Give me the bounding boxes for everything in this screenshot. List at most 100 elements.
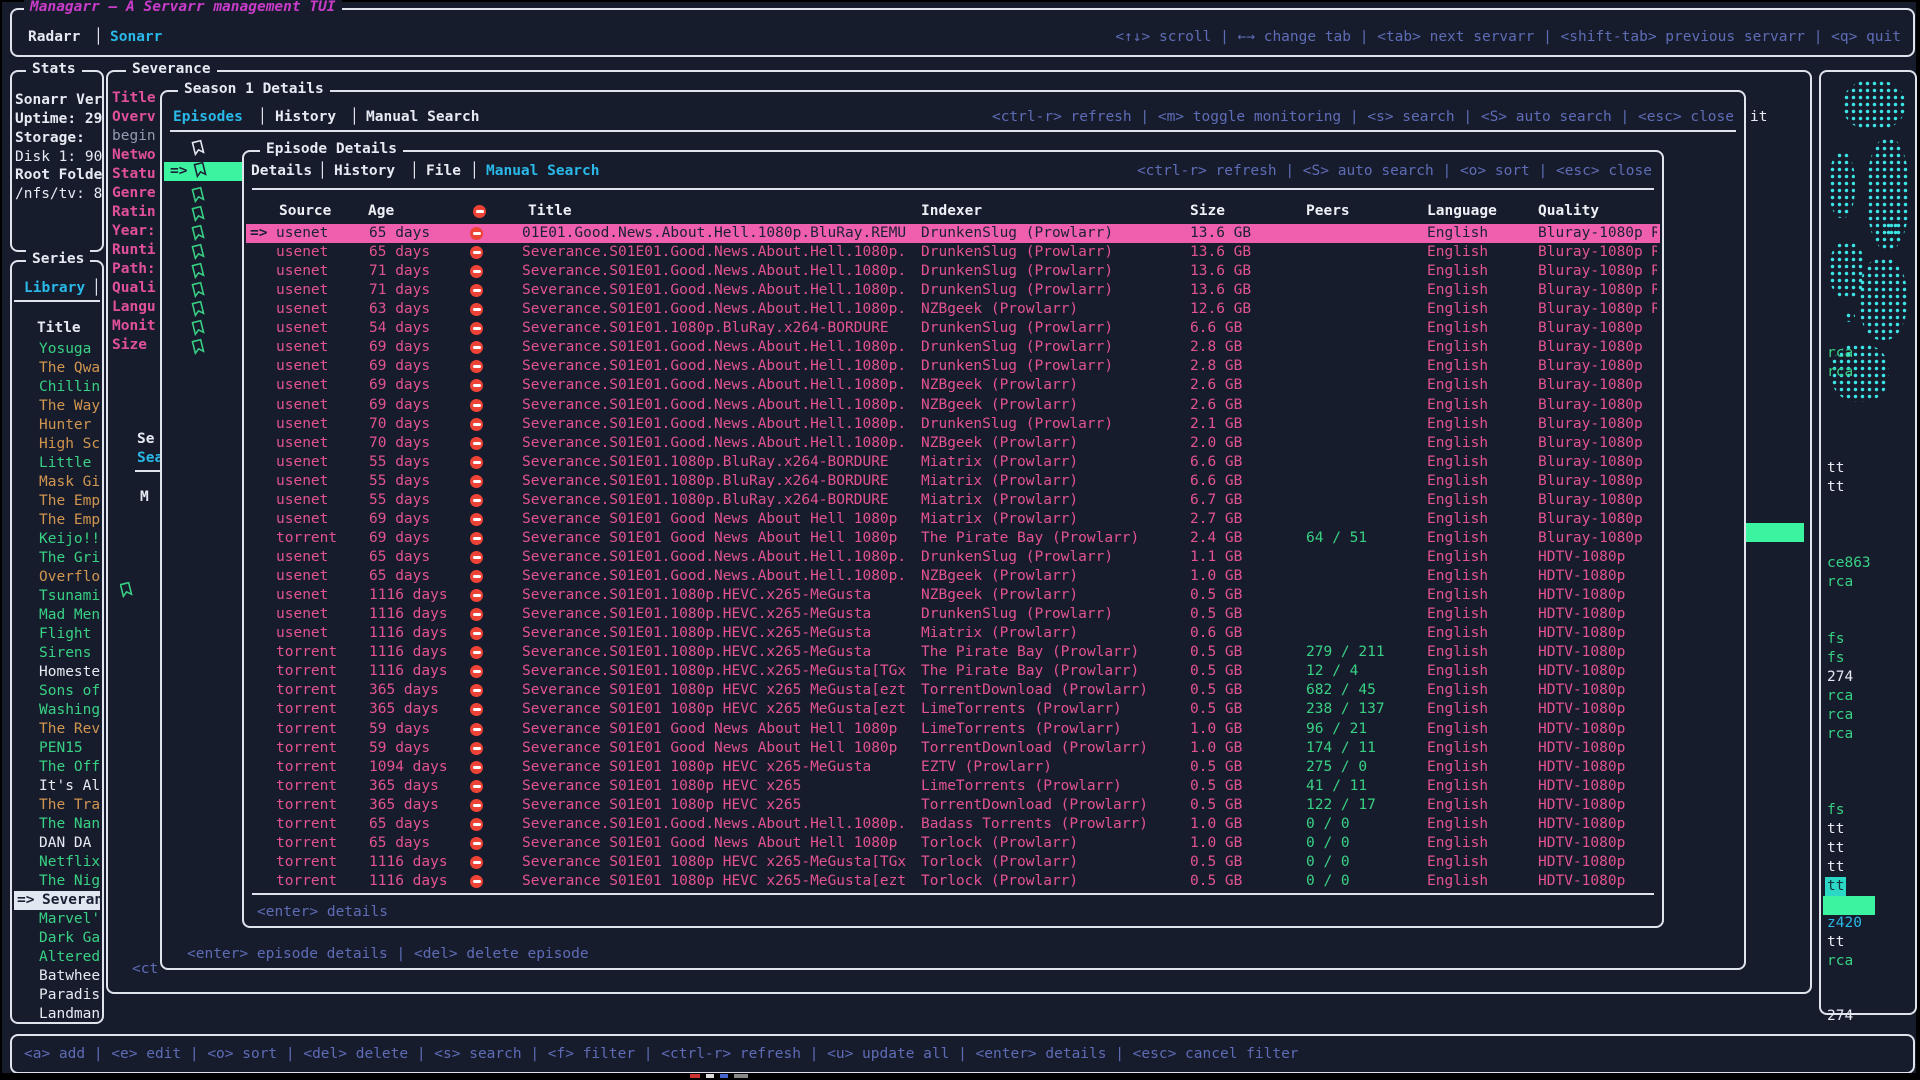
covered-text-fragment: ce863 <box>1827 554 1871 573</box>
search-result-row[interactable]: usenet55 daysSeverance.S01E01.1080p.BluR… <box>246 472 1660 491</box>
series-list-item[interactable]: =>Severan <box>14 891 100 910</box>
search-result-row[interactable]: usenet1116 daysSeverance.S01E01.1080p.HE… <box>246 624 1660 643</box>
series-list-item[interactable]: High Sc <box>14 435 100 454</box>
search-result-row[interactable]: usenet69 daysSeverance.S01E01.Good.News.… <box>246 338 1660 357</box>
series-list-item[interactable]: The Tra <box>14 796 100 815</box>
search-result-row[interactable]: usenet1116 daysSeverance.S01E01.1080p.HE… <box>246 586 1660 605</box>
search-result-row[interactable]: usenet55 daysSeverance.S01E01.1080p.BluR… <box>246 491 1660 510</box>
tab-sonarr[interactable]: Sonarr <box>110 28 162 47</box>
stat-line: Sonarr Ver <box>15 91 102 110</box>
series-list-item[interactable]: Hunter <box>14 416 100 435</box>
search-result-row[interactable]: usenet71 daysSeverance.S01E01.Good.News.… <box>246 262 1660 281</box>
search-result-row[interactable]: usenet1116 daysSeverance.S01E01.1080p.HE… <box>246 605 1660 624</box>
series-list-item[interactable]: The Qwa <box>14 359 100 378</box>
series-list-item[interactable]: Tsunami <box>14 587 100 606</box>
series-list-item[interactable]: Mad Men <box>14 606 100 625</box>
rejected-icon <box>470 532 483 545</box>
series-list-item[interactable]: PEN15 <box>14 739 100 758</box>
search-result-row[interactable]: usenet69 daysSeverance.S01E01.Good.News.… <box>246 376 1660 395</box>
rejected-icon <box>470 856 483 869</box>
series-list-item[interactable]: Little <box>14 454 100 473</box>
series-list-item[interactable]: Mask Gi <box>14 473 100 492</box>
covered-text-fragment: rca <box>1827 363 1853 382</box>
search-result-row[interactable]: usenet54 daysSeverance.S01E01.1080p.BluR… <box>246 319 1660 338</box>
search-result-row[interactable]: usenet70 daysSeverance.S01E01.Good.News.… <box>246 434 1660 453</box>
episode-tab-details[interactable]: Details <box>251 162 312 181</box>
search-result-row[interactable]: torrent59 daysSeverance S01E01 Good News… <box>246 739 1660 758</box>
search-result-row[interactable]: torrent65 daysSeverance.S01E01.Good.News… <box>246 815 1660 834</box>
search-result-row[interactable]: usenet70 daysSeverance.S01E01.Good.News.… <box>246 415 1660 434</box>
search-result-row[interactable]: usenet65 daysSeverance.S01E01.Good.News.… <box>246 548 1660 567</box>
episode-tab-file[interactable]: File <box>426 162 461 181</box>
series-list-item[interactable]: Overflo <box>14 568 100 587</box>
series-list-item[interactable]: Paradis <box>14 986 100 1005</box>
series-list-item[interactable]: DAN DA <box>14 834 100 853</box>
series-list-item[interactable]: The Off <box>14 758 100 777</box>
search-result-row[interactable]: usenet65 daysSeverance.S01E01.Good.News.… <box>246 243 1660 262</box>
series-list-item[interactable]: Marvel' <box>14 910 100 929</box>
series-list-item[interactable]: Washing <box>14 701 100 720</box>
search-result-row[interactable]: torrent365 daysSeverance S01E01 1080p HE… <box>246 796 1660 815</box>
search-result-row[interactable]: torrent1094 daysSeverance S01E01 1080p H… <box>246 758 1660 777</box>
series-list-item[interactable]: Netflix <box>14 853 100 872</box>
series-list-item[interactable]: The Emp <box>14 511 100 530</box>
search-result-row[interactable]: usenet69 daysSeverance.S01E01.Good.News.… <box>246 396 1660 415</box>
tab-radarr[interactable]: Radarr <box>28 28 80 47</box>
series-list-item[interactable]: Altered <box>14 948 100 967</box>
series-list-item[interactable]: Batwhee <box>14 967 100 986</box>
search-result-row[interactable]: torrent65 daysSeverance S01E01 Good News… <box>246 834 1660 853</box>
series-detail-field: Ratin <box>112 203 162 222</box>
series-list-item[interactable]: It's Al <box>14 777 100 796</box>
rejected-icon <box>470 551 483 564</box>
search-result-row[interactable]: torrent1116 daysSeverance S01E01 1080p H… <box>246 872 1660 891</box>
series-list-item[interactable]: Landman <box>14 1005 100 1024</box>
search-result-row[interactable]: torrent1116 daysSeverance.S01E01.1080p.H… <box>246 662 1660 681</box>
episode-keybinds: <ctrl-r> refresh | <S> auto search | <o>… <box>1137 162 1652 181</box>
season-tab-history[interactable]: History <box>275 108 336 127</box>
series-detail-field: Runti <box>112 241 162 260</box>
search-result-row[interactable]: torrent365 daysSeverance S01E01 1080p HE… <box>246 777 1660 796</box>
bookmark-icon <box>192 263 204 278</box>
season-keybinds: <ctrl-r> refresh | <m> toggle monitoring… <box>992 108 1734 127</box>
search-result-row[interactable]: torrent365 daysSeverance S01E01 1080p HE… <box>246 681 1660 700</box>
rejected-icon <box>470 837 483 850</box>
series-list-item[interactable]: Sirens <box>14 644 100 663</box>
search-result-row[interactable]: =>usenet65 days01E01.Good.News.About.Hel… <box>246 224 1660 243</box>
bottom-keybinds: <a> add | <e> edit | <o> sort | <del> de… <box>24 1045 1299 1064</box>
search-result-row[interactable]: torrent1116 daysSeverance.S01E01.1080p.H… <box>246 643 1660 662</box>
series-list-item[interactable]: The Emp <box>14 492 100 511</box>
season-tab-episodes[interactable]: Episodes <box>173 108 243 127</box>
series-list-item[interactable]: Flight <box>14 625 100 644</box>
series-list-item[interactable]: Homeste <box>14 663 100 682</box>
season-footer-keybinds: <enter> episode details | <del> delete e… <box>187 945 589 964</box>
bookmark-icon <box>192 206 204 221</box>
series-list-item[interactable]: The Nan <box>14 815 100 834</box>
series-list-item[interactable]: Yosuga <box>14 340 100 359</box>
search-result-row[interactable]: usenet69 daysSeverance.S01E01.Good.News.… <box>246 357 1660 376</box>
season-tab-manual-search[interactable]: Manual Search <box>366 108 480 127</box>
search-result-row[interactable]: torrent1116 daysSeverance S01E01 1080p H… <box>246 853 1660 872</box>
series-list-item[interactable]: Chillin <box>14 378 100 397</box>
series-list-item[interactable]: The Nig <box>14 872 100 891</box>
search-result-row[interactable]: usenet55 daysSeverance.S01E01.1080p.BluR… <box>246 453 1660 472</box>
rejected-icon <box>470 265 483 278</box>
search-result-row[interactable]: torrent365 daysSeverance S01E01 1080p HE… <box>246 700 1660 719</box>
series-list-item[interactable]: Keijo!! <box>14 530 100 549</box>
search-result-row[interactable]: usenet71 daysSeverance.S01E01.Good.News.… <box>246 281 1660 300</box>
series-list-item[interactable]: The Rev <box>14 720 100 739</box>
search-result-row[interactable]: usenet63 daysSeverance.S01E01.Good.News.… <box>246 300 1660 319</box>
series-list-item[interactable]: Dark Ga <box>14 929 100 948</box>
episode-tab-history[interactable]: History <box>334 162 395 181</box>
series-list-item[interactable]: Sons of <box>14 682 100 701</box>
covered-text-fragment: rca <box>1827 687 1853 706</box>
search-result-row[interactable]: torrent59 daysSeverance S01E01 Good News… <box>246 720 1660 739</box>
series-tab-library[interactable]: Library <box>24 279 85 298</box>
series-list-item[interactable]: The Gri <box>14 549 100 568</box>
search-result-row[interactable]: torrent69 daysSeverance S01E01 Good News… <box>246 529 1660 548</box>
search-result-row[interactable]: usenet69 daysSeverance S01E01 Good News … <box>246 510 1660 529</box>
selected-episode-row[interactable]: => <box>164 162 242 181</box>
episode-tab-manual-search[interactable]: Manual Search <box>486 162 600 181</box>
bookmark-icon <box>192 320 204 335</box>
search-result-row[interactable]: usenet65 daysSeverance.S01E01.Good.News.… <box>246 567 1660 586</box>
series-list-item[interactable]: The Way <box>14 397 100 416</box>
